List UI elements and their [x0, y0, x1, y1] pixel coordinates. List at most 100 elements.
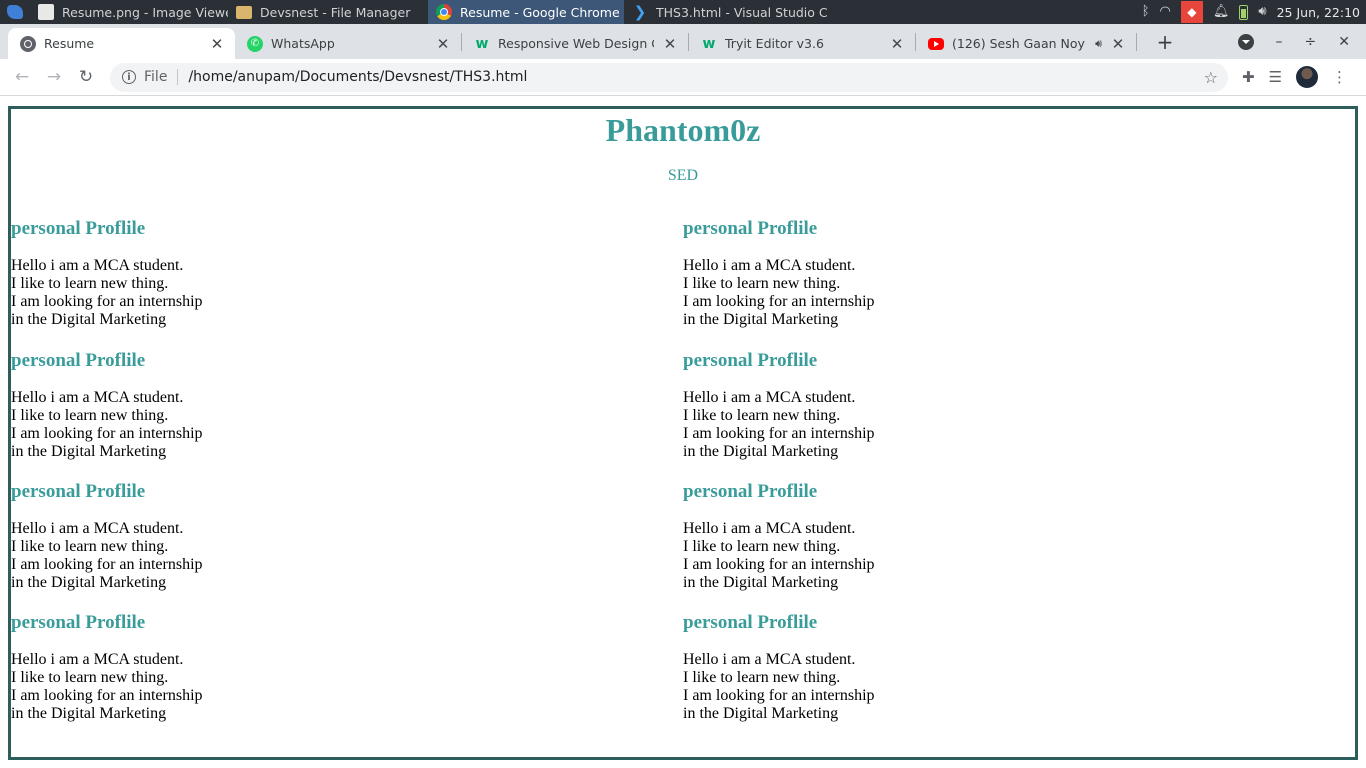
close-icon[interactable]: ✕ [662, 35, 678, 53]
taskbar-item-label: Devsnest - File Manager [260, 4, 411, 20]
card-line: Hello i am a MCA student. [11, 389, 184, 406]
taskbar-item-file-manager[interactable]: Devsnest - File Manager [228, 0, 428, 24]
tab-resume[interactable]: Resume ✕ [8, 28, 235, 59]
profile-card: personal Proflile Hello i am a MCA stude… [683, 350, 1083, 461]
image-icon [38, 4, 54, 20]
card-heading: personal Proflile [11, 218, 146, 239]
taskbar-item-label: THS3.html - Visual Studio Co... [656, 4, 828, 20]
card-line: I like to learn new thing. [11, 538, 169, 555]
notification-bell-icon[interactable]: 🔔︎ [1213, 0, 1230, 24]
card-line: in the Digital Marketing [11, 443, 167, 460]
taskbar-item-chrome[interactable]: Resume - Google Chrome [428, 0, 624, 24]
tab-responsive-grid[interactable]: w Responsive Web Design Grid ✕ [462, 28, 688, 59]
maximize-icon[interactable]: ÷ [1305, 34, 1317, 50]
card-line: I like to learn new thing. [683, 669, 841, 686]
whatsapp-icon: ✆ [247, 35, 263, 52]
card-line: Hello i am a MCA student. [11, 520, 184, 537]
vscode-icon: ❯ [633, 3, 647, 21]
os-taskbar: Resume.png - Image Viewer... Devsnest - … [0, 0, 1366, 24]
card-line: in the Digital Marketing [11, 705, 167, 722]
card-line: I like to learn new thing. [11, 669, 169, 686]
profile-card: personal Proflile Hello i am a MCA stude… [683, 612, 1083, 723]
card-heading: personal Proflile [683, 218, 818, 239]
close-icon[interactable]: ✕ [889, 35, 905, 53]
resume-container: Phantom0z SED personal Proflile Hello i … [8, 106, 1358, 760]
new-tab-button[interactable]: + [1151, 30, 1179, 54]
taskbar-item-image-viewer[interactable]: Resume.png - Image Viewer... [30, 0, 228, 24]
reload-icon[interactable]: ↻ [70, 67, 102, 87]
clock[interactable]: 25 Jun, 22:10 [1277, 5, 1360, 20]
card-line: I am looking for an internship [683, 425, 875, 442]
bluetooth-icon[interactable]: ᛒ [1142, 0, 1150, 24]
card-line: I am looking for an internship [683, 687, 875, 704]
profile-card: personal Proflile Hello i am a MCA stude… [11, 218, 411, 329]
tab-separator [1136, 32, 1137, 51]
back-arrow-icon[interactable]: ← [6, 67, 38, 87]
card-line: Hello i am a MCA student. [683, 257, 856, 274]
system-tray: ᛒ ◠ ◆ 🔔︎ 🔊︎ 25 Jun, 22:10 [1142, 0, 1366, 24]
anydesk-icon[interactable]: ◆ [1180, 1, 1203, 23]
card-line: I like to learn new thing. [11, 275, 169, 292]
card-line: I am looking for an internship [683, 293, 875, 310]
tab-youtube[interactable]: (126) Sesh Gaan Noy | M 🔊︎ ✕ [916, 28, 1136, 59]
page-viewport: Phantom0z SED personal Proflile Hello i … [0, 96, 1366, 768]
profile-avatar[interactable] [1296, 66, 1319, 88]
card-line: I am looking for an internship [11, 293, 203, 310]
tab-search-icon[interactable] [1237, 33, 1254, 50]
bookmark-star-icon[interactable]: ☆ [1204, 68, 1218, 87]
card-heading: personal Proflile [11, 481, 146, 502]
app-menu-icon [7, 5, 23, 19]
minimize-icon[interactable]: – [1276, 34, 1283, 50]
card-line: in the Digital Marketing [683, 443, 839, 460]
browser-tab-strip: Resume ✕ ✆ WhatsApp ✕ w Responsive Web D… [0, 24, 1366, 59]
tab-whatsapp[interactable]: ✆ WhatsApp ✕ [235, 28, 461, 59]
toolbar-actions: ✚ ☰ ⋮ [1242, 66, 1347, 88]
close-icon[interactable]: ✕ [1110, 35, 1126, 53]
profile-card: personal Proflile Hello i am a MCA stude… [683, 481, 1083, 592]
w3schools-icon: w [702, 35, 716, 52]
taskbar-item-label: Resume.png - Image Viewer... [62, 4, 228, 20]
tab-label: (126) Sesh Gaan Noy | M [952, 36, 1087, 51]
card-line: Hello i am a MCA student. [683, 520, 856, 537]
card-heading: personal Proflile [683, 481, 818, 502]
extensions-puzzle-icon[interactable]: ✚ [1242, 68, 1255, 86]
profile-card: personal Proflile Hello i am a MCA stude… [683, 218, 1083, 329]
globe-icon [20, 35, 36, 52]
card-heading: personal Proflile [683, 612, 818, 633]
address-bar[interactable]: i File /home/anupam/Documents/Devsnest/T… [110, 62, 1228, 92]
close-window-icon[interactable]: ✕ [1338, 34, 1350, 50]
card-heading: personal Proflile [683, 350, 818, 371]
card-line: in the Digital Marketing [683, 574, 839, 591]
info-icon[interactable]: i [122, 70, 136, 84]
card-line: I like to learn new thing. [683, 538, 841, 555]
volume-icon[interactable]: 🔊︎ [1258, 0, 1266, 24]
tab-tryit-editor[interactable]: w Tryit Editor v3.6 ✕ [689, 28, 915, 59]
profile-grid: personal Proflile Hello i am a MCA stude… [11, 109, 1355, 757]
card-line: Hello i am a MCA student. [683, 651, 856, 668]
taskbar-item-vscode[interactable]: ❯ THS3.html - Visual Studio Co... [624, 0, 828, 24]
card-line: I am looking for an internship [11, 425, 203, 442]
tab-label: Resume [44, 36, 95, 51]
window-controls: – ÷ ✕ [1237, 33, 1366, 50]
chrome-icon [436, 4, 452, 20]
card-line: in the Digital Marketing [683, 311, 839, 328]
wifi-icon[interactable]: ◠ [1160, 0, 1171, 24]
address-scheme: File [144, 69, 179, 85]
kebab-menu-icon[interactable]: ⋮ [1332, 68, 1347, 86]
close-icon[interactable]: ✕ [209, 35, 225, 53]
forward-arrow-icon[interactable]: → [38, 67, 70, 87]
card-line: in the Digital Marketing [11, 311, 167, 328]
address-url[interactable]: /home/anupam/Documents/Devsnest/THS3.htm… [188, 69, 1203, 85]
card-heading: personal Proflile [11, 612, 146, 633]
profile-card: personal Proflile Hello i am a MCA stude… [11, 612, 411, 723]
media-queue-icon[interactable]: ☰ [1269, 68, 1282, 86]
tab-label: WhatsApp [271, 36, 335, 51]
card-line: Hello i am a MCA student. [11, 651, 184, 668]
battery-icon[interactable] [1239, 4, 1249, 20]
card-line: Hello i am a MCA student. [11, 257, 184, 274]
card-line: I am looking for an internship [683, 556, 875, 573]
close-icon[interactable]: ✕ [435, 35, 451, 53]
card-heading: personal Proflile [11, 350, 146, 371]
start-menu-button[interactable] [0, 0, 30, 24]
speaker-icon[interactable]: 🔊︎ [1095, 37, 1102, 51]
